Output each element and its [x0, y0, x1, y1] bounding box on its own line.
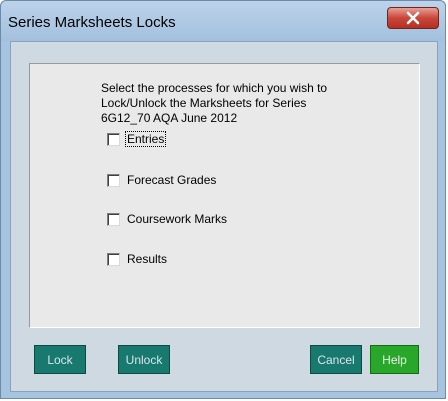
- coursework-marks-label[interactable]: Coursework Marks: [126, 212, 228, 226]
- title-bar[interactable]: Series Marksheets Locks: [1, 1, 445, 41]
- option-forecast-grades[interactable]: Forecast Grades: [107, 172, 217, 188]
- entries-label[interactable]: Entries: [124, 131, 167, 147]
- close-icon: [406, 11, 420, 25]
- option-coursework-marks[interactable]: Coursework Marks: [107, 211, 228, 227]
- instruction-text: Select the processes for which you wish …: [101, 81, 328, 125]
- unlock-button[interactable]: Unlock: [118, 345, 170, 374]
- close-button[interactable]: [387, 7, 439, 29]
- option-results[interactable]: Results: [107, 251, 168, 267]
- cancel-button[interactable]: Cancel: [310, 345, 362, 374]
- window-title: Series Marksheets Locks: [8, 14, 176, 31]
- entries-checkbox[interactable]: [107, 132, 120, 146]
- options-panel: Select the processes for which you wish …: [29, 63, 420, 328]
- option-entries[interactable]: Entries: [107, 131, 167, 147]
- dialog-client-area: Select the processes for which you wish …: [10, 41, 438, 392]
- forecast-grades-checkbox[interactable]: [107, 173, 120, 187]
- coursework-marks-checkbox[interactable]: [107, 212, 120, 226]
- lock-button[interactable]: Lock: [34, 345, 86, 374]
- dialog-window: Series Marksheets Locks Select the proce…: [0, 0, 446, 399]
- help-button[interactable]: Help: [370, 345, 419, 374]
- forecast-grades-label[interactable]: Forecast Grades: [126, 173, 217, 187]
- results-label[interactable]: Results: [126, 252, 168, 266]
- results-checkbox[interactable]: [107, 252, 120, 266]
